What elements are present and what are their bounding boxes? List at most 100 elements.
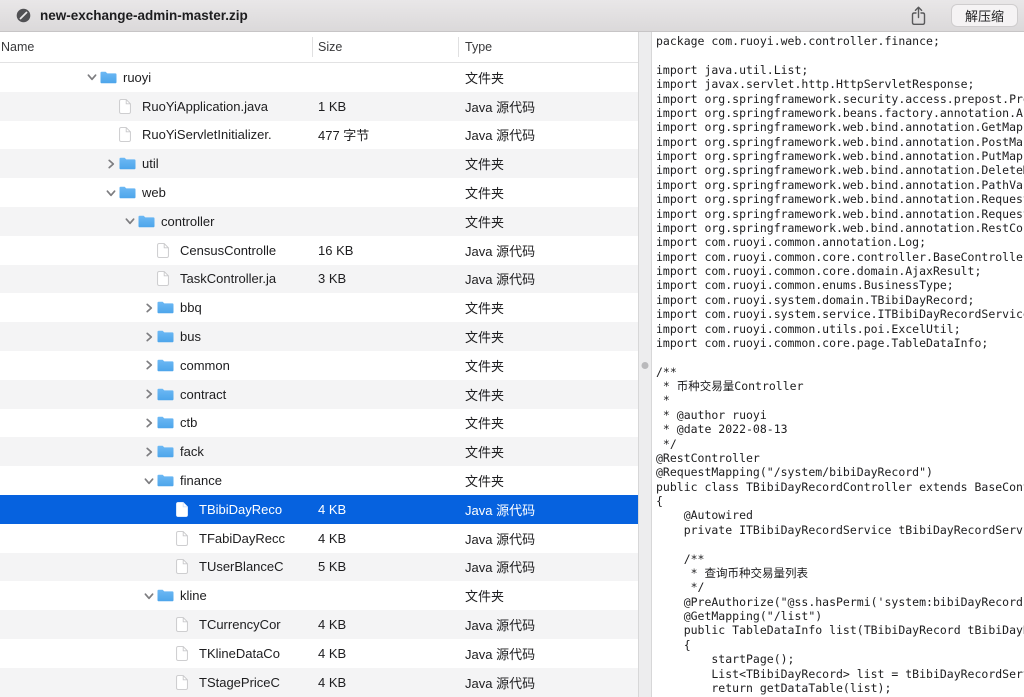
folder-icon [157, 359, 174, 372]
disclosure-expanded[interactable] [84, 71, 100, 83]
folder-icon [157, 474, 174, 487]
file-size: 1 KB [318, 99, 346, 114]
chevron-right-icon [143, 446, 155, 458]
document-icon [176, 559, 188, 574]
folder-icon [157, 445, 174, 458]
tree-row-file[interactable]: RuoYiServletInitializer.477 字节Java 源代码 [0, 121, 638, 150]
tree-row-folder[interactable]: ctb 文件夹 [0, 409, 638, 438]
column-header-size[interactable]: Size [318, 40, 342, 54]
tree-row-folder[interactable]: util文件夹 [0, 149, 638, 178]
indent-spacer [0, 250, 141, 251]
document-icon [119, 99, 131, 114]
file-type: 文件夹 [465, 68, 504, 87]
file-name-label: TKlineDataCo [199, 646, 280, 661]
disclosure-collapsed[interactable] [103, 158, 119, 170]
disclosure-expanded[interactable] [141, 590, 157, 602]
file-name-label: TCurrencyCor [199, 617, 281, 632]
file-type: Java 源代码 [465, 644, 535, 663]
disclosure-expanded[interactable] [122, 215, 138, 227]
disclosure-collapsed[interactable] [141, 446, 157, 458]
column-separator [312, 37, 313, 57]
tree-row-folder[interactable]: bbq 文件夹 [0, 293, 638, 322]
disclosure-collapsed[interactable] [141, 331, 157, 343]
file-name-label: TaskController.ja [180, 271, 276, 286]
file-size: 16 KB [318, 243, 353, 258]
file-icon-slot [176, 559, 193, 574]
tree-row-file[interactable]: TStagePriceC4 KBJava 源代码 [0, 668, 638, 697]
tree-row-file[interactable]: TUserBlanceC5 KBJava 源代码 [0, 553, 638, 582]
file-size: 4 KB [318, 502, 346, 517]
indent-spacer [0, 192, 103, 193]
file-tree-pane: Name Size Type ruoyi文件夹RuoYiApplication.… [0, 32, 638, 697]
indent-spacer [0, 422, 141, 423]
tree-row-folder[interactable]: finance文件夹 [0, 466, 638, 495]
tree-row-file[interactable]: TBibiDayReco4 KBJava 源代码 [0, 495, 638, 524]
share-button[interactable] [910, 6, 927, 26]
chevron-right-icon [105, 158, 117, 170]
file-type: 文件夹 [465, 356, 504, 375]
document-icon [157, 271, 169, 286]
disclosure-expanded[interactable] [103, 187, 119, 199]
document-icon [119, 127, 131, 142]
file-type: 文件夹 [465, 442, 504, 461]
file-type: 文件夹 [465, 413, 504, 432]
document-icon [176, 531, 188, 546]
archive-viewer-window: new-exchange-admin-master.zip 解压缩 Name S… [0, 0, 1024, 697]
chevron-right-icon [143, 417, 155, 429]
file-name-label: bbq [180, 300, 202, 315]
column-header-name[interactable]: Name [1, 40, 34, 54]
code-preview-text: package com.ruoyi.web.controller.finance… [652, 32, 1024, 695]
file-type: 文件夹 [465, 298, 504, 317]
file-type: Java 源代码 [465, 269, 535, 288]
file-type: Java 源代码 [465, 97, 535, 116]
indent-spacer [0, 538, 160, 539]
document-icon [176, 502, 188, 517]
column-separator [458, 37, 459, 57]
tree-row-folder[interactable]: common文件夹 [0, 351, 638, 380]
file-size: 3 KB [318, 271, 346, 286]
indent-spacer [0, 163, 103, 164]
extract-button[interactable]: 解压缩 [951, 4, 1018, 27]
folder-icon [157, 301, 174, 314]
indent-spacer [0, 451, 141, 452]
code-preview-pane[interactable]: package com.ruoyi.web.controller.finance… [652, 32, 1024, 697]
tree-row-file[interactable]: CensusControlle16 KBJava 源代码 [0, 236, 638, 265]
tree-row-file[interactable]: TFabiDayRecc4 KBJava 源代码 [0, 524, 638, 553]
prohibition-icon [16, 8, 31, 23]
indent-spacer [0, 134, 103, 135]
tree-row-folder[interactable]: fack文件夹 [0, 437, 638, 466]
tree-row-file[interactable]: TaskController.ja 3 KB Java 源代码 [0, 265, 638, 294]
tree-row-folder[interactable]: bus文件夹 [0, 322, 638, 351]
folder-icon-slot [157, 330, 174, 343]
file-name-label: TUserBlanceC [199, 559, 284, 574]
file-name-label: ctb [180, 415, 197, 430]
list-column-header: Name Size Type [0, 32, 638, 63]
disclosure-collapsed[interactable] [141, 359, 157, 371]
file-icon-slot [176, 675, 193, 690]
folder-icon-slot [157, 388, 174, 401]
file-type: 文件夹 [465, 586, 504, 605]
tree-row-file[interactable]: RuoYiApplication.java1 KBJava 源代码 [0, 92, 638, 121]
disclosure-collapsed[interactable] [141, 302, 157, 314]
tree-row-folder[interactable]: controller文件夹 [0, 207, 638, 236]
disclosure-collapsed[interactable] [141, 417, 157, 429]
divider-handle-icon[interactable] [642, 362, 649, 369]
chevron-down-icon [86, 71, 98, 83]
tree-row-folder[interactable]: contract文件夹 [0, 380, 638, 409]
tree-row-folder[interactable]: web文件夹 [0, 178, 638, 207]
file-icon-slot [176, 617, 193, 632]
indent-spacer [0, 106, 103, 107]
column-header-type[interactable]: Type [465, 40, 492, 54]
tree-row-file[interactable]: TKlineDataCo4 KBJava 源代码 [0, 639, 638, 668]
disclosure-expanded[interactable] [141, 475, 157, 487]
tree-row-folder[interactable]: ruoyi文件夹 [0, 63, 638, 92]
file-icon-slot [157, 271, 174, 286]
chevron-down-icon [124, 215, 136, 227]
disclosure-collapsed[interactable] [141, 388, 157, 400]
tree-row-file[interactable]: TCurrencyCor4 KBJava 源代码 [0, 610, 638, 639]
pane-divider[interactable] [638, 32, 652, 697]
folder-icon [138, 215, 155, 228]
file-type: Java 源代码 [465, 615, 535, 634]
indent-spacer [0, 307, 141, 308]
tree-row-folder[interactable]: kline文件夹 [0, 581, 638, 610]
